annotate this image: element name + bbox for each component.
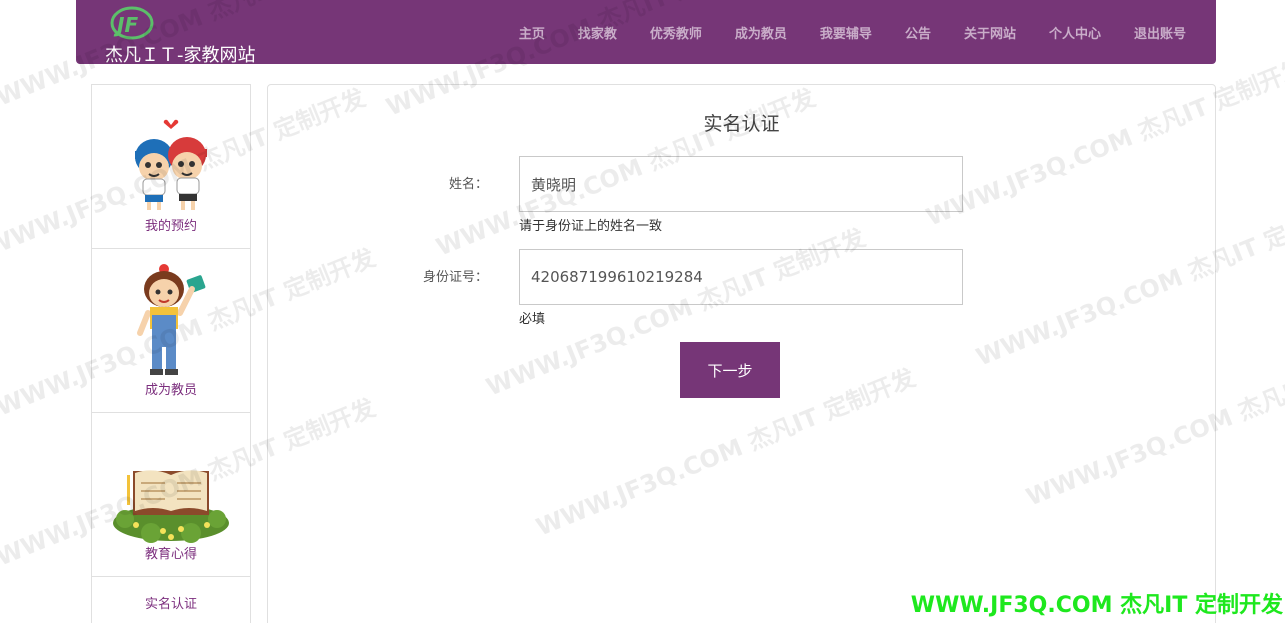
main-nav: 主页 找家教 优秀教师 成为教员 我要辅导 公告 关于网站 个人中心 退出账号 (486, 0, 1186, 64)
name-input[interactable]: 黄晓明 (519, 156, 963, 212)
sidebar-item-label: 成为教员 (144, 383, 197, 398)
name-hint: 请于身份证上的姓名一致 (519, 219, 663, 234)
nav-excellent-teachers[interactable]: 优秀教师 (650, 23, 702, 42)
sidebar: 我的预约 成为教员 教育心得 实名认证 (91, 84, 251, 623)
sidebar-item-become-tutor[interactable]: 成为教员 (92, 249, 250, 413)
jf-logo-icon[interactable]: JF (106, 6, 154, 40)
sidebar-item-label: 实名认证 (144, 597, 197, 612)
id-number-label: 身份证号： (422, 270, 488, 285)
open-book-illustration-icon (113, 470, 229, 543)
id-number-input[interactable]: 420687199610219284 (519, 249, 963, 305)
nav-logout[interactable]: 退出账号 (1134, 23, 1186, 42)
page-root: JF 杰凡ＩＴ-家教网站 主页 找家教 优秀教师 成为教员 我要辅导 公告 关于… (0, 0, 1285, 623)
real-name-auth-panel: 实名认证 姓名： 黄晓明 请于身份证上的姓名一致 身份证号： 420687199… (267, 84, 1216, 623)
top-navbar: JF 杰凡ＩＴ-家教网站 主页 找家教 优秀教师 成为教员 我要辅导 公告 关于… (76, 0, 1216, 67)
page-title: 实名认证 (703, 113, 780, 135)
name-label: 姓名： (448, 177, 488, 192)
sidebar-item-label: 我的预约 (144, 219, 197, 234)
nav-home[interactable]: 主页 (519, 23, 545, 42)
girl-with-book-illustration-icon (137, 264, 206, 375)
nav-become-tutor[interactable]: 成为教员 (735, 23, 787, 42)
svg-text:JF: JF (113, 13, 138, 37)
sidebar-item-label: 教育心得 (144, 547, 197, 562)
brand-title[interactable]: 杰凡ＩＴ-家教网站 (105, 41, 256, 67)
bottom-watermark: WWW.JF3Q.COM 杰凡IT 定制开发 (910, 593, 1283, 618)
sidebar-item-education-insights[interactable]: 教育心得 (92, 413, 250, 577)
nav-request-tutoring[interactable]: 我要辅导 (820, 23, 872, 42)
sidebar-item-my-appointments[interactable]: 我的预约 (92, 85, 250, 249)
id-number-hint: 必填 (519, 312, 546, 327)
nav-personal-center[interactable]: 个人中心 (1049, 23, 1101, 42)
nav-find-tutor[interactable]: 找家教 (578, 23, 617, 42)
kids-couple-illustration-icon (135, 119, 207, 210)
nav-about[interactable]: 关于网站 (964, 23, 1016, 42)
sidebar-item-real-name-auth[interactable]: 实名认证 (92, 577, 250, 623)
next-step-button[interactable]: 下一步 (680, 342, 780, 398)
nav-announcements[interactable]: 公告 (905, 23, 931, 42)
